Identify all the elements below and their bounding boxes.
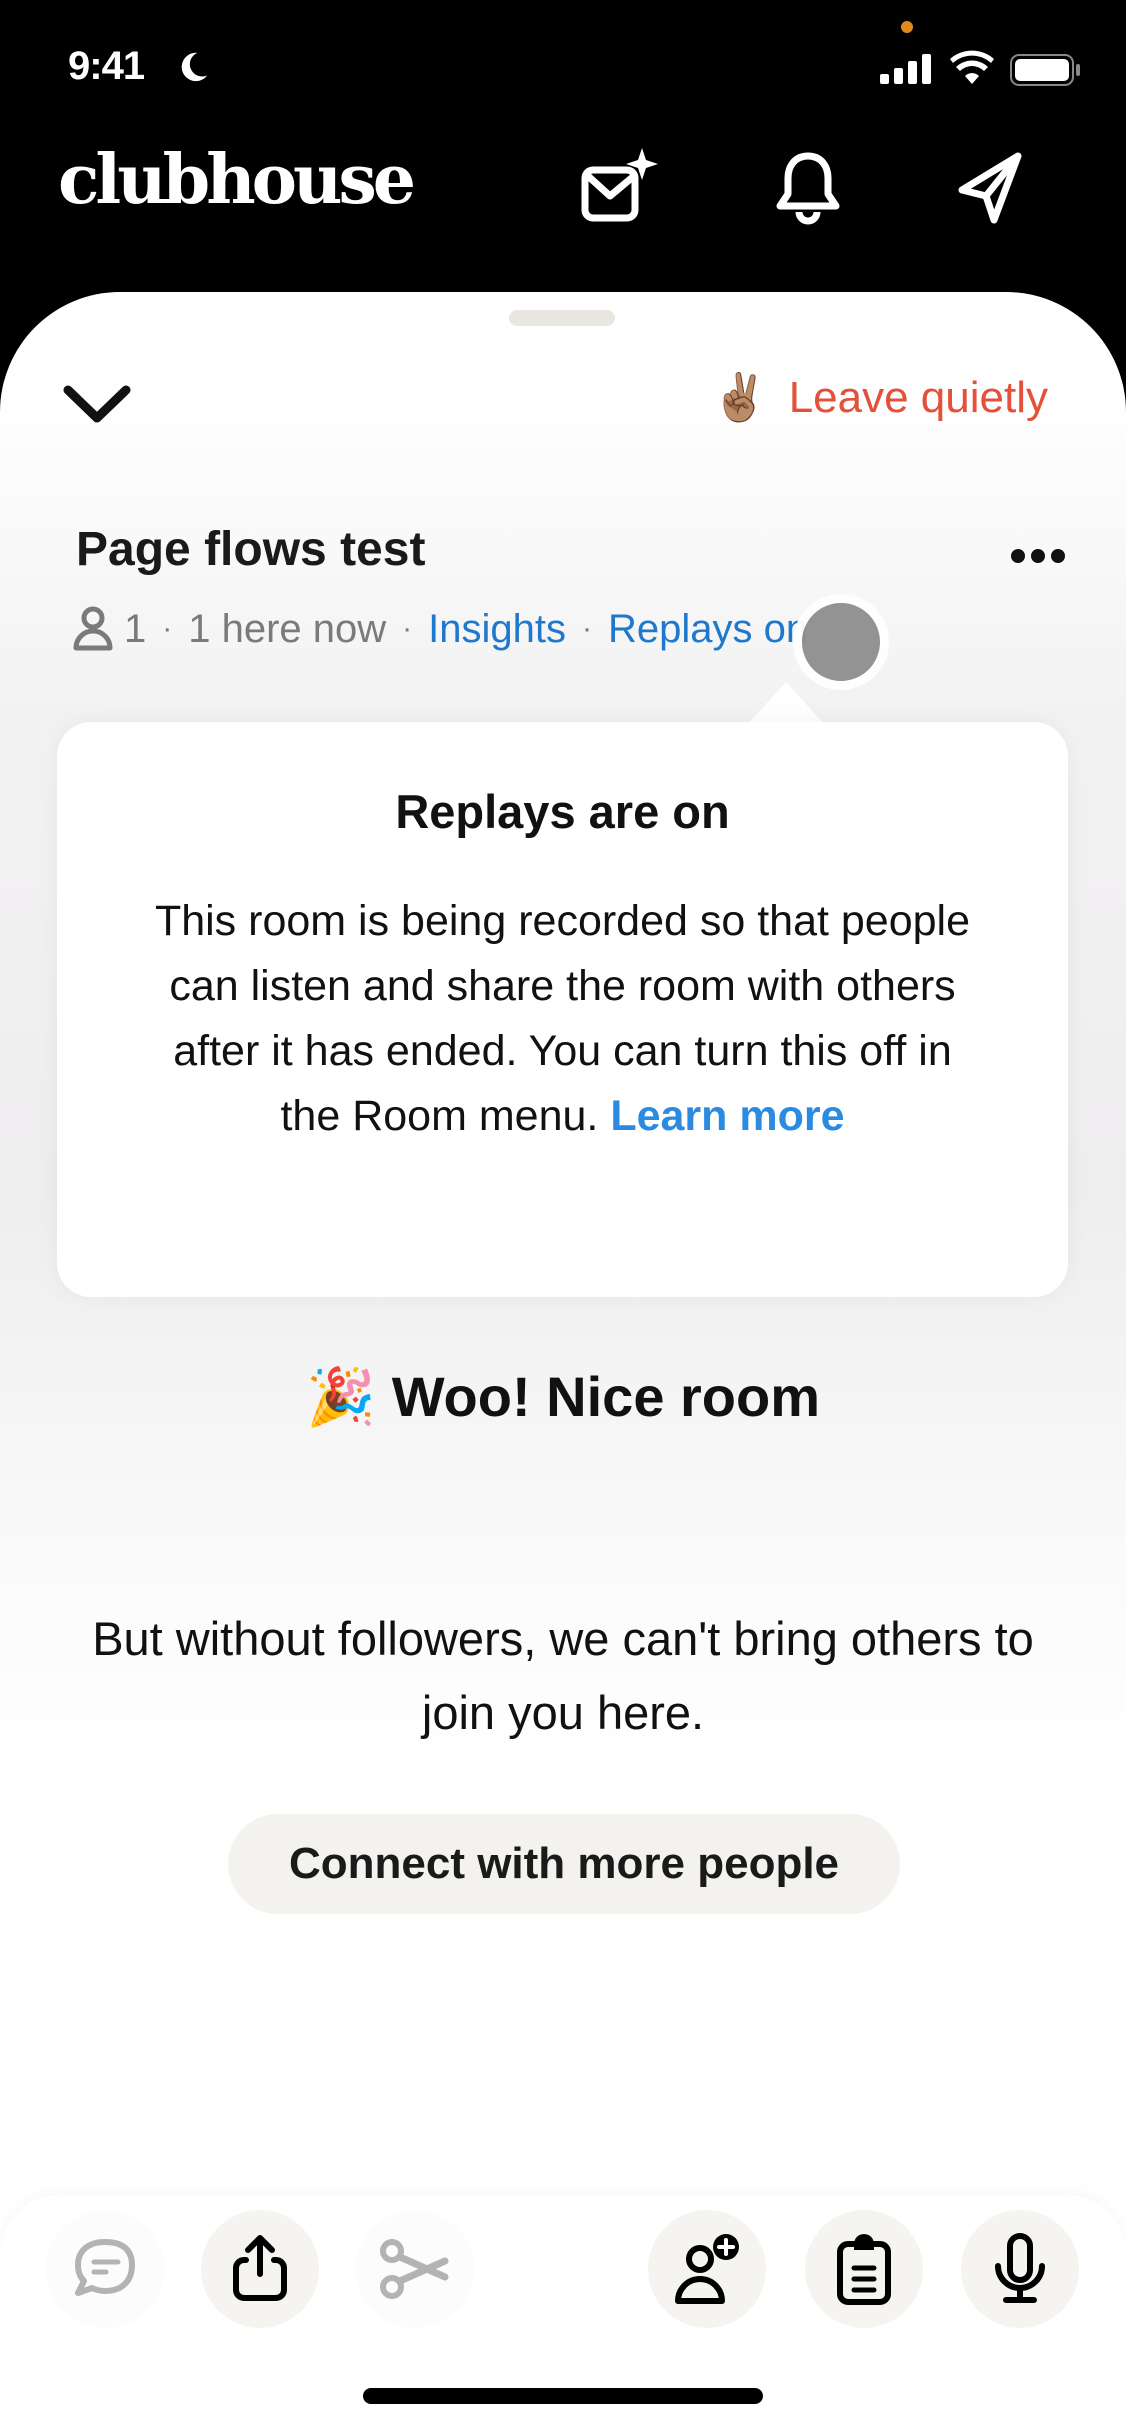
sheet-drag-handle[interactable]	[509, 310, 615, 326]
victory-hand-icon: ✌🏽	[711, 370, 769, 424]
connect-with-more-people-button[interactable]: Connect with more people	[228, 1814, 900, 1914]
notes-button[interactable]	[805, 2210, 923, 2328]
separator: ·	[402, 612, 413, 645]
empty-state-message: But without followers, we can't bring ot…	[92, 1612, 1034, 1739]
new-message-icon[interactable]	[580, 148, 660, 228]
touch-indicator	[793, 594, 889, 690]
cellular-signal-icon	[880, 54, 931, 84]
scissors-icon	[380, 2239, 449, 2299]
room-sheet: ✌🏽 Leave quietly Page flows test 1 · 1 h…	[0, 292, 1126, 2436]
room-meta-row: 1 · 1 here now · Insights · Replays on	[72, 606, 808, 652]
share-button[interactable]	[201, 2210, 319, 2328]
leave-quietly-button[interactable]: ✌🏽 Leave quietly	[711, 370, 1048, 425]
chat-bubble-icon	[75, 2239, 135, 2296]
participant-count: 1	[124, 606, 147, 651]
chat-button[interactable]	[46, 2210, 164, 2328]
battery-icon	[1010, 54, 1080, 86]
microphone-button[interactable]	[961, 2210, 1079, 2328]
clubhouse-logo: clubhouse	[58, 140, 416, 220]
status-time: 9:41	[68, 44, 145, 88]
chevron-down-icon[interactable]	[62, 380, 132, 430]
tooltip-body: This room is being recorded so that peop…	[147, 889, 978, 1149]
wifi-icon	[950, 50, 994, 84]
add-user-icon	[675, 2234, 739, 2304]
clipboard-icon	[837, 2234, 891, 2305]
empty-state-headline: 🎉 Woo! Nice room	[0, 1364, 1126, 1430]
party-popper-icon: 🎉	[305, 1365, 376, 1428]
tooltip-arrow	[748, 682, 824, 724]
send-icon[interactable]	[952, 148, 1032, 228]
room-title: Page flows test	[76, 523, 426, 576]
bell-icon[interactable]	[768, 148, 848, 228]
home-indicator[interactable]	[363, 2388, 763, 2404]
invite-button[interactable]	[648, 2210, 766, 2328]
person-icon	[73, 606, 113, 651]
tooltip-title: Replays are on	[395, 785, 730, 838]
more-options-icon[interactable]	[1010, 548, 1066, 564]
tooltip-body-text: This room is being recorded so that peop…	[154, 897, 971, 1140]
moon-icon	[181, 52, 208, 82]
privacy-indicator	[901, 21, 913, 33]
insights-link[interactable]: Insights	[428, 607, 566, 652]
here-now-count: 1 here now	[188, 606, 387, 651]
replays-link[interactable]: Replays on	[608, 607, 808, 652]
clip-button[interactable]	[356, 2210, 474, 2328]
microphone-icon	[995, 2233, 1045, 2303]
learn-more-link[interactable]: Learn more	[610, 1092, 844, 1140]
separator: ·	[582, 612, 593, 645]
separator: ·	[162, 612, 173, 645]
share-icon	[233, 2235, 287, 2301]
headline-text: Woo! Nice room	[391, 1365, 821, 1428]
leave-quietly-label: Leave quietly	[788, 372, 1048, 422]
replays-tooltip: Replays are on This room is being record…	[57, 722, 1068, 1297]
